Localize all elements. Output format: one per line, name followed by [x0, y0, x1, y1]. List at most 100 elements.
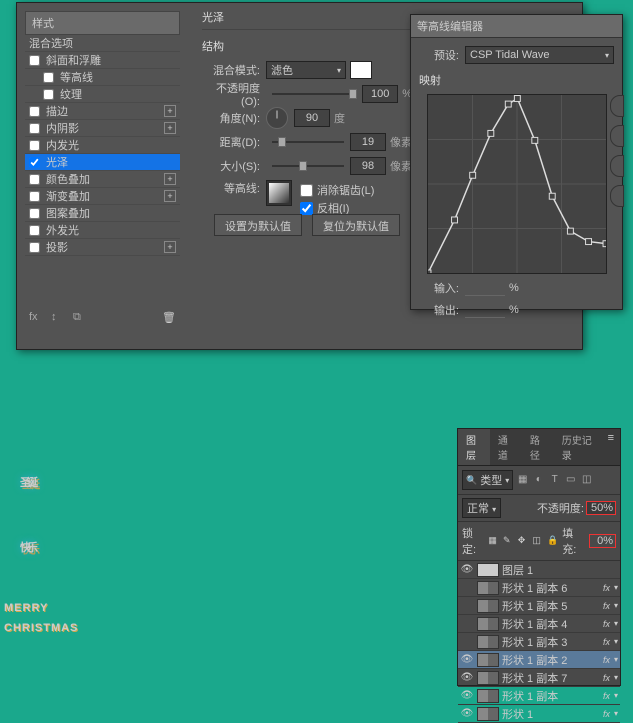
filter-shape-icon[interactable]: ▭: [564, 474, 577, 487]
chevron-down-icon[interactable]: ▾: [614, 691, 618, 700]
add-icon[interactable]: +: [164, 241, 176, 253]
fx-badge[interactable]: fx: [603, 619, 610, 629]
filter-pixel-icon[interactable]: ▦: [516, 474, 529, 487]
lock-position-icon[interactable]: ✥: [518, 535, 529, 547]
add-icon[interactable]: +: [164, 122, 176, 134]
style-checkbox[interactable]: [29, 55, 40, 66]
reset-default-button[interactable]: 复位为默认值: [312, 214, 400, 236]
filter-smart-icon[interactable]: ◫: [580, 474, 593, 487]
fx-badge[interactable]: fx: [603, 583, 610, 593]
style-checkbox[interactable]: [29, 106, 40, 117]
chevron-down-icon[interactable]: ▾: [614, 601, 618, 610]
curve-canvas[interactable]: [427, 94, 607, 274]
blend-mode-select[interactable]: 正常 ▾: [462, 498, 501, 518]
fx-badge[interactable]: fx: [603, 673, 610, 683]
blending-options[interactable]: 混合选项: [25, 35, 180, 52]
style-颜色叠加[interactable]: 颜色叠加+: [25, 171, 180, 188]
style-外发光[interactable]: 外发光: [25, 222, 180, 239]
invert-checkbox[interactable]: [300, 202, 313, 215]
fx-badge[interactable]: fx: [603, 601, 610, 611]
tab-layers[interactable]: 图层: [458, 429, 490, 465]
visibility-icon[interactable]: 👁: [460, 708, 474, 719]
style-checkbox[interactable]: [29, 191, 40, 202]
style-checkbox[interactable]: [29, 140, 40, 151]
distance-value[interactable]: 19: [350, 133, 386, 151]
layer-row[interactable]: 形状 1 副本 3fx▾: [458, 633, 620, 651]
lock-brush-icon[interactable]: ✎: [503, 535, 514, 547]
layer-row[interactable]: 形状 1 副本 6fx▾: [458, 579, 620, 597]
filter-type-icon[interactable]: T: [548, 474, 561, 487]
contour-picker[interactable]: [266, 180, 292, 206]
style-斜面和浮雕[interactable]: 斜面和浮雕: [25, 52, 180, 69]
fx-badge[interactable]: fx: [603, 637, 610, 647]
preset-select[interactable]: CSP Tidal Wave▾: [465, 46, 614, 64]
antialias-checkbox[interactable]: [300, 184, 313, 197]
side-button[interactable]: [610, 185, 624, 207]
add-icon[interactable]: +: [164, 190, 176, 202]
make-default-button[interactable]: 设置为默认值: [214, 214, 302, 236]
layer-row[interactable]: 形状 1 副本 4fx▾: [458, 615, 620, 633]
layer-row[interactable]: 👁形状 1fx▾: [458, 705, 620, 723]
lock-pixels-icon[interactable]: ▦: [488, 535, 499, 547]
style-checkbox[interactable]: [29, 157, 40, 168]
filter-adjust-icon[interactable]: ◐: [532, 474, 545, 487]
style-纹理[interactable]: 纹理: [25, 86, 180, 103]
chevron-down-icon[interactable]: ▾: [614, 583, 618, 592]
style-checkbox[interactable]: [29, 174, 40, 185]
style-内发光[interactable]: 内发光: [25, 137, 180, 154]
style-投影[interactable]: 投影+: [25, 239, 180, 256]
style-内阴影[interactable]: 内阴影+: [25, 120, 180, 137]
layer-row[interactable]: 👁形状 1 副本 7fx▾: [458, 669, 620, 687]
opacity-slider[interactable]: [272, 87, 356, 101]
visibility-icon[interactable]: 👁: [460, 564, 474, 575]
side-button[interactable]: [610, 125, 624, 147]
fx-badge[interactable]: fx: [603, 655, 610, 665]
layer-row[interactable]: 形状 1 副本 5fx▾: [458, 597, 620, 615]
tab-history[interactable]: 历史记录: [554, 429, 602, 465]
chevron-down-icon[interactable]: ▾: [614, 673, 618, 682]
size-value[interactable]: 98: [350, 157, 386, 175]
panel-menu-icon[interactable]: ≡: [602, 429, 620, 465]
opacity-value[interactable]: 100: [362, 85, 398, 103]
output-value[interactable]: [465, 302, 505, 318]
style-checkbox[interactable]: [29, 123, 40, 134]
lock-artboard-icon[interactable]: ◫: [532, 535, 543, 547]
chevron-down-icon[interactable]: ▾: [614, 709, 618, 718]
angle-value[interactable]: 90: [294, 109, 330, 127]
style-checkbox[interactable]: [43, 89, 54, 100]
add-icon[interactable]: +: [164, 173, 176, 185]
layer-row[interactable]: 👁形状 1 副本 2fx▾: [458, 651, 620, 669]
style-checkbox[interactable]: [29, 242, 40, 253]
visibility-icon[interactable]: 👁: [460, 672, 474, 683]
side-button[interactable]: [610, 95, 624, 117]
visibility-icon[interactable]: 👁: [460, 654, 474, 665]
fx-badge[interactable]: fx: [603, 691, 610, 701]
layer-opacity-value[interactable]: 50%: [586, 501, 616, 515]
chevron-down-icon[interactable]: ▾: [614, 655, 618, 664]
style-描边[interactable]: 描边+: [25, 103, 180, 120]
style-checkbox[interactable]: [29, 225, 40, 236]
filter-kind-select[interactable]: 🔍类型▾: [462, 470, 513, 490]
color-swatch[interactable]: [350, 61, 372, 79]
blend-mode-select[interactable]: 滤色▾: [266, 61, 346, 79]
visibility-icon[interactable]: 👁: [460, 690, 474, 701]
style-dup-icon[interactable]: ⧉: [73, 311, 87, 325]
trash-icon[interactable]: 🗑: [162, 311, 176, 325]
distance-slider[interactable]: [272, 135, 344, 149]
style-等高线[interactable]: 等高线: [25, 69, 180, 86]
angle-dial[interactable]: [266, 107, 288, 129]
chevron-down-icon[interactable]: ▾: [614, 637, 618, 646]
tab-paths[interactable]: 路径: [522, 429, 554, 465]
lock-all-icon[interactable]: 🔒: [547, 535, 558, 547]
style-up-icon[interactable]: ↕: [51, 311, 65, 325]
chevron-down-icon[interactable]: ▾: [614, 619, 618, 628]
fx-badge[interactable]: fx: [603, 709, 610, 719]
add-icon[interactable]: +: [164, 105, 176, 117]
fx-icon[interactable]: fx: [29, 311, 43, 325]
style-光泽[interactable]: 光泽: [25, 154, 180, 171]
style-checkbox[interactable]: [43, 72, 54, 83]
style-渐变叠加[interactable]: 渐变叠加+: [25, 188, 180, 205]
tab-channels[interactable]: 通道: [490, 429, 522, 465]
layer-fill-value[interactable]: 0%: [589, 534, 616, 548]
input-value[interactable]: [465, 280, 505, 296]
